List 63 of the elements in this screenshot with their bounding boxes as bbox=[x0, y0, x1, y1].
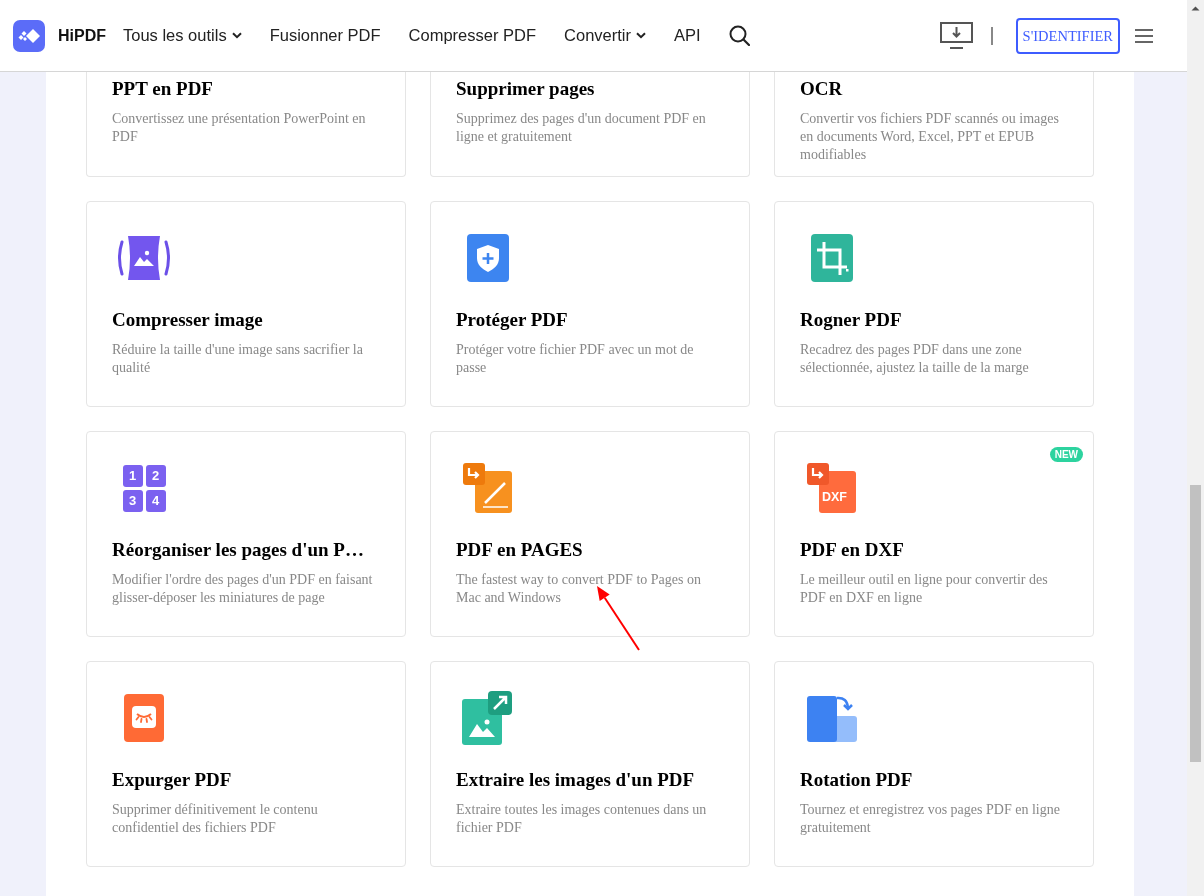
card-title: Compresser image bbox=[112, 308, 264, 332]
tool-card[interactable]: Extraire les images d'un PDF Extraire toutes les images contenues dans un fichier PDF bbox=[430, 661, 750, 867]
tool-card[interactable]: Compresser image Réduire la taille d'une image sans sacrifier la qualité bbox=[86, 201, 406, 407]
nav-link[interactable]: Fusionner PDF bbox=[269, 23, 381, 48]
card-description: Protéger votre fichier PDF avec un mot de passe bbox=[456, 341, 695, 377]
card-title: PDF en PAGES bbox=[456, 538, 584, 562]
file-type-label: DXF bbox=[822, 490, 847, 505]
nav-link[interactable]: Tous les outils bbox=[123, 23, 242, 48]
card-description: Supprimez des pages d'un document PDF en ligne et gratuitement bbox=[456, 110, 707, 146]
logo-icon[interactable] bbox=[13, 19, 45, 52]
tool-card[interactable]: PPT en PDF Convertissez une présentation PowerPoint en PDF bbox=[86, 72, 406, 177]
menu-icon[interactable] bbox=[1135, 28, 1153, 43]
number-tile: 2 bbox=[145, 464, 166, 487]
monitor-download-icon[interactable] bbox=[939, 21, 973, 50]
nav-link[interactable]: Convertir bbox=[564, 23, 646, 48]
crop-icon bbox=[811, 234, 853, 282]
tool-card[interactable]: DXF PDF en DXF Le meilleur outil en ligne pour convertir des PDF en DXF en ligne NEW bbox=[774, 431, 1094, 637]
card-description: Extraire toutes les images contenues dans un fichier PDF bbox=[456, 801, 708, 837]
picture-arrow-icon bbox=[462, 691, 514, 745]
search-icon[interactable] bbox=[728, 25, 750, 46]
closed-eye-icon bbox=[124, 694, 164, 742]
tool-card[interactable]: Protéger PDF Protéger votre fichier PDF avec un mot de passe bbox=[430, 201, 750, 407]
card-description: Tournez et enregistrez vos pages PDF en ligne gratuitement bbox=[800, 801, 1061, 837]
tool-card[interactable]: OCR Convertir vos fichiers PDF scannés ou images en documents Word, Excel, PPT et EPUB modifiables bbox=[774, 72, 1094, 177]
card-description: Réduire la taille d'une image sans sacrifier la qualité bbox=[112, 341, 364, 377]
new-badge: NEW bbox=[1049, 447, 1083, 462]
tool-card[interactable]: Rotation PDF Tournez et enregistrez vos pages PDF en ligne gratuitement bbox=[774, 661, 1094, 867]
shield-plus-icon bbox=[467, 234, 509, 282]
document-pen-icon bbox=[463, 463, 513, 513]
login-button[interactable]: S'IDENTIFIER bbox=[1015, 17, 1120, 54]
document-icon bbox=[807, 463, 857, 513]
rotate-pages-icon bbox=[807, 694, 857, 742]
tool-card[interactable]: 1 2 3 4 Réorganiser les pages d'un P… Modifier l'ordre des pages d'un PDF en faisant glisser-déposer les miniatures de page bbox=[86, 431, 406, 637]
card-title: PPT en PDF bbox=[112, 77, 214, 101]
card-title: Supprimer pages bbox=[456, 77, 596, 101]
nav-link[interactable]: API bbox=[674, 23, 701, 48]
card-title: OCR bbox=[800, 77, 844, 101]
card-description: Recadrez des pages PDF dans une zone sélectionnée, ajustez la taille de la marge bbox=[800, 341, 1030, 377]
nav-link[interactable]: Compresser PDF bbox=[408, 23, 537, 48]
number-tile: 3 bbox=[122, 489, 143, 512]
scrollbar-thumb[interactable] bbox=[1190, 485, 1201, 762]
annotation-arrow bbox=[595, 584, 642, 652]
tool-card[interactable]: Expurger PDF Supprimer définitivement le contenu confidentiel des fichiers PDF bbox=[86, 661, 406, 867]
card-description: Convertissez une présentation PowerPoint en PDF bbox=[112, 110, 367, 146]
number-tile: 1 bbox=[122, 464, 143, 487]
card-description: Supprimer définitivement le contenu confidentiel des fichiers PDF bbox=[112, 801, 319, 837]
picture-icon bbox=[116, 234, 172, 282]
card-title: Rotation PDF bbox=[800, 768, 914, 792]
card-title: Protéger PDF bbox=[456, 308, 569, 332]
card-description: Le meilleur outil en ligne pour convertir des PDF en DXF en ligne bbox=[800, 571, 1049, 607]
card-description: The fastest way to convert PDF to Pages on Mac and Windows bbox=[456, 571, 702, 607]
brand-name[interactable]: HiPDF bbox=[58, 23, 106, 48]
card-title: Réorganiser les pages d'un P… bbox=[112, 538, 365, 562]
tool-card[interactable]: PDF en PAGES The fastest way to convert PDF to Pages on Mac and Windows bbox=[430, 431, 750, 637]
card-title: PDF en DXF bbox=[800, 538, 905, 562]
card-description: Convertir vos fichiers PDF scannés ou images en documents Word, Excel, PPT et EPUB modifiables bbox=[800, 110, 1060, 164]
card-description: Modifier l'ordre des pages d'un PDF en faisant glisser-déposer les miniatures de page bbox=[112, 571, 374, 607]
card-title: Extraire les images d'un PDF bbox=[456, 768, 696, 792]
tool-card[interactable]: Supprimer pages Supprimez des pages d'un document PDF en ligne et gratuitement bbox=[430, 72, 750, 177]
number-tile: 4 bbox=[145, 489, 166, 512]
card-title: Rogner PDF bbox=[800, 308, 903, 332]
tool-card[interactable]: Rogner PDF Recadrez des pages PDF dans une zone sélectionnée, ajustez la taille de la marge bbox=[774, 201, 1094, 407]
card-title: Expurger PDF bbox=[112, 768, 233, 792]
